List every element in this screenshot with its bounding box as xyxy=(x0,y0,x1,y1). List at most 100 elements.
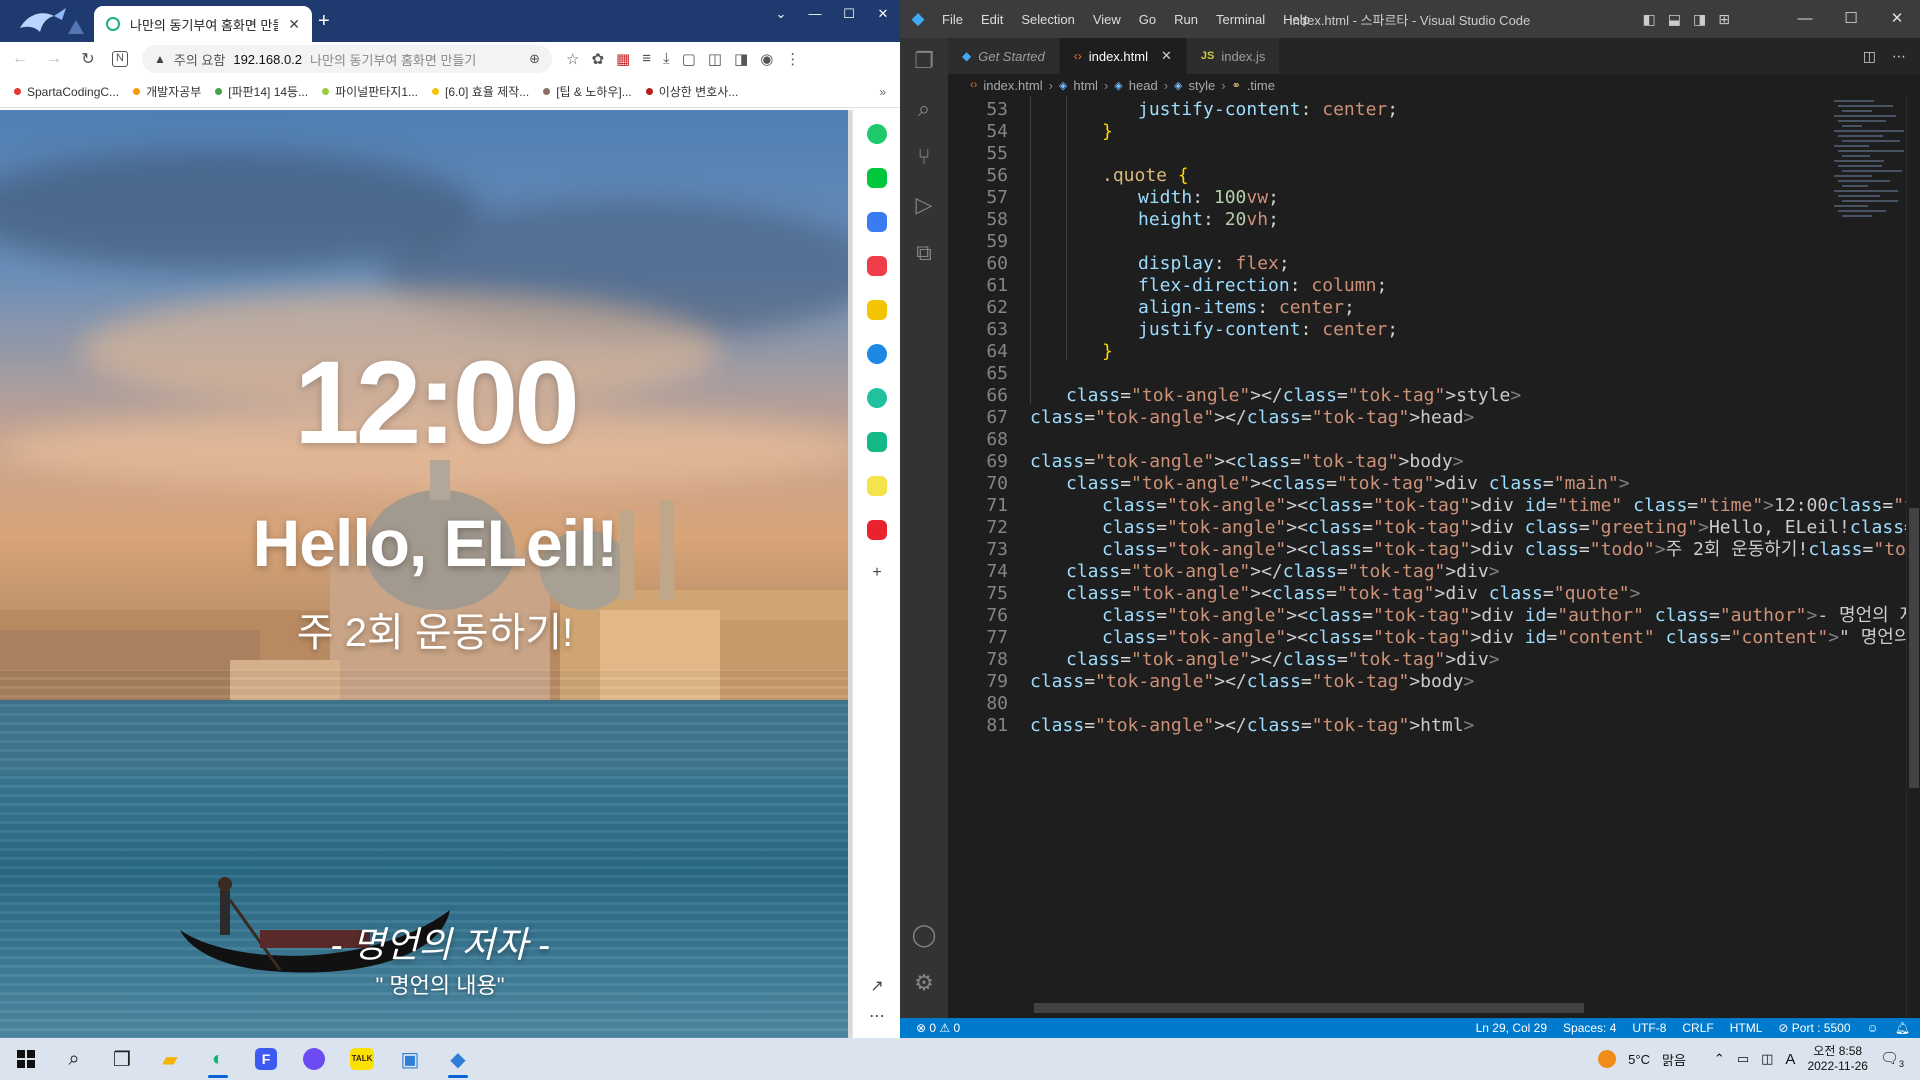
search-icon[interactable]: ⌕ xyxy=(50,1038,98,1080)
reload-icon[interactable]: ↻ xyxy=(78,49,98,69)
ime-indicator[interactable]: A xyxy=(1785,1051,1795,1068)
language-mode[interactable]: HTML xyxy=(1730,1021,1763,1035)
menu-selection[interactable]: Selection xyxy=(1021,12,1074,27)
menu-edit[interactable]: Edit xyxy=(981,12,1003,27)
weather-text[interactable]: 맑음 xyxy=(1662,1050,1686,1069)
windows-start-icon[interactable] xyxy=(2,1038,50,1080)
side-external-icon[interactable]: ↗ xyxy=(853,976,900,996)
kakaotalk-icon[interactable]: TALK xyxy=(338,1038,386,1080)
app-f-icon[interactable]: F xyxy=(242,1038,290,1080)
menu-help[interactable]: Help xyxy=(1283,12,1310,27)
toggle-panel-icon[interactable]: ⬓ xyxy=(1668,0,1681,38)
bookmarks-overflow-icon[interactable]: » xyxy=(879,85,886,99)
bookmark-item[interactable]: 개발자공부 xyxy=(133,83,201,100)
profile-bird-icon[interactable] xyxy=(14,6,86,38)
indentation[interactable]: Spaces: 4 xyxy=(1563,1021,1616,1035)
feedback-icon[interactable]: ☺ xyxy=(1867,1021,1879,1035)
live-server-port[interactable]: ⊘ Port : 5500 xyxy=(1778,1021,1850,1035)
forward-icon[interactable]: → xyxy=(44,50,64,68)
back-icon[interactable]: ← xyxy=(10,50,30,68)
accounts-icon[interactable]: ◯ xyxy=(900,922,948,948)
cursor-position[interactable]: Ln 29, Col 29 xyxy=(1476,1021,1547,1035)
side-add-icon[interactable]: + xyxy=(853,564,900,582)
minimize-icon[interactable]: — xyxy=(798,0,832,30)
side-memo-icon[interactable] xyxy=(867,476,887,496)
side-panel-icon[interactable]: ◨ xyxy=(734,50,748,68)
notification-center-icon[interactable]: 🗨︎3 xyxy=(1880,1049,1904,1069)
tab-index-js[interactable]: JS index.js xyxy=(1186,38,1281,74)
network-icon[interactable]: ▭ xyxy=(1737,1051,1749,1067)
source-control-icon[interactable]: ⑂ xyxy=(900,144,948,170)
weather-temp[interactable]: 5°C xyxy=(1628,1052,1650,1067)
tab-search-icon[interactable]: ⌄ xyxy=(764,0,798,30)
breadcrumb-item[interactable]: .time xyxy=(1247,78,1275,93)
close-icon[interactable]: ✕ xyxy=(1874,0,1920,38)
new-tab-button[interactable]: + xyxy=(318,10,330,33)
split-editor-icon[interactable]: ◫ xyxy=(1863,48,1876,65)
menu-view[interactable]: View xyxy=(1093,12,1121,27)
extension-icon[interactable]: ✿ xyxy=(591,50,604,68)
side-green-circle-icon[interactable] xyxy=(867,124,887,144)
search-icon[interactable]: ⌕ xyxy=(900,96,948,122)
file-explorer-icon[interactable]: ▰ xyxy=(146,1038,194,1080)
naver-icon[interactable]: N xyxy=(112,51,128,67)
account-icon[interactable]: ◉ xyxy=(760,50,773,68)
capture-icon[interactable]: ▢ xyxy=(682,50,696,68)
settings-gear-icon[interactable]: ⚙ xyxy=(900,970,948,996)
download-icon[interactable]: ⤓ xyxy=(663,50,670,68)
side-now-icon[interactable] xyxy=(867,520,887,540)
taskbar-clock[interactable]: 오전 8:58 2022-11-26 xyxy=(1807,1044,1868,1074)
menu-run[interactable]: Run xyxy=(1174,12,1198,27)
screenshot-icon[interactable]: ◫ xyxy=(708,50,722,68)
maximize-icon[interactable]: ☐ xyxy=(832,0,866,30)
browser-tab-active[interactable]: 나만의 동기부여 홈화면 만들기 ✕ xyxy=(94,6,312,42)
minimize-icon[interactable]: — xyxy=(1782,0,1828,38)
menu-terminal[interactable]: Terminal xyxy=(1216,12,1265,27)
explorer-icon[interactable]: ❐ xyxy=(900,48,948,74)
remote-desktop-icon[interactable]: ▣ xyxy=(386,1038,434,1080)
warning-icon[interactable]: ▲ xyxy=(154,52,166,66)
toggle-secondary-sidebar-icon[interactable]: ◨ xyxy=(1693,0,1706,38)
toggle-sidebar-icon[interactable]: ◧ xyxy=(1643,0,1656,38)
bookmark-item[interactable]: [팁 & 노하우]... xyxy=(543,83,632,100)
problems-status[interactable]: ⊗ 0 ⚠ 0 xyxy=(916,1021,960,1035)
tab-close-icon[interactable]: ✕ xyxy=(288,16,300,33)
editor-scroll-thumb[interactable] xyxy=(1909,508,1919,788)
bookmark-item[interactable]: [파판14] 14등... xyxy=(215,83,308,100)
favorite-icon[interactable]: ☆ xyxy=(566,50,579,68)
tray-overflow-icon[interactable]: ⌃ xyxy=(1714,1051,1725,1067)
side-calendar-icon[interactable] xyxy=(867,212,887,232)
translate-icon[interactable]: ▦ xyxy=(616,50,630,68)
side-pocket-icon[interactable] xyxy=(867,256,887,276)
menu-go[interactable]: Go xyxy=(1139,12,1156,27)
breadcrumb-item[interactable]: head xyxy=(1129,78,1158,93)
maximize-icon[interactable]: ☐ xyxy=(1828,0,1874,38)
bookmark-item[interactable]: SpartaCodingC... xyxy=(14,85,119,99)
side-talk-icon[interactable] xyxy=(867,168,887,188)
more-actions-icon[interactable]: ⋯ xyxy=(1892,48,1906,65)
side-refresh-icon[interactable] xyxy=(867,344,887,364)
weather-sun-icon[interactable] xyxy=(1598,1050,1617,1068)
end-of-line[interactable]: CRLF xyxy=(1682,1021,1713,1035)
breadcrumb-item[interactable]: html xyxy=(1073,78,1098,93)
bookmark-item[interactable]: 파이널판타지1... xyxy=(322,83,418,100)
close-icon[interactable]: ✕ xyxy=(866,0,900,30)
whale-browser-icon[interactable]: ◐ xyxy=(194,1038,242,1080)
encoding[interactable]: UTF-8 xyxy=(1632,1021,1666,1035)
minimap[interactable] xyxy=(1830,96,1906,256)
bookmark-item[interactable]: 이상한 변호사... xyxy=(645,83,738,100)
discord-icon[interactable] xyxy=(290,1038,338,1080)
menu-file[interactable]: File xyxy=(942,12,963,27)
breadcrumb-item[interactable]: style xyxy=(1189,78,1216,93)
run-debug-icon[interactable]: ▷ xyxy=(900,192,948,218)
notifications-bell-icon[interactable]: 🔔︎ xyxy=(1895,1021,1910,1035)
extensions-icon[interactable]: ⧉ xyxy=(900,240,948,266)
volume-icon[interactable]: ◫ xyxy=(1761,1051,1773,1067)
tab-close-icon[interactable]: ✕ xyxy=(1161,48,1172,64)
vscode-taskbar-icon[interactable]: ◆ xyxy=(434,1038,482,1080)
reading-list-icon[interactable]: ≡ xyxy=(642,50,651,68)
side-webtoon-icon[interactable] xyxy=(867,432,887,452)
editor-horizontal-scrollbar[interactable] xyxy=(1034,1003,1584,1013)
zoom-icon[interactable]: ⊕ xyxy=(529,51,540,67)
tab-index-html[interactable]: ‹› index.html ✕ xyxy=(1059,38,1187,74)
